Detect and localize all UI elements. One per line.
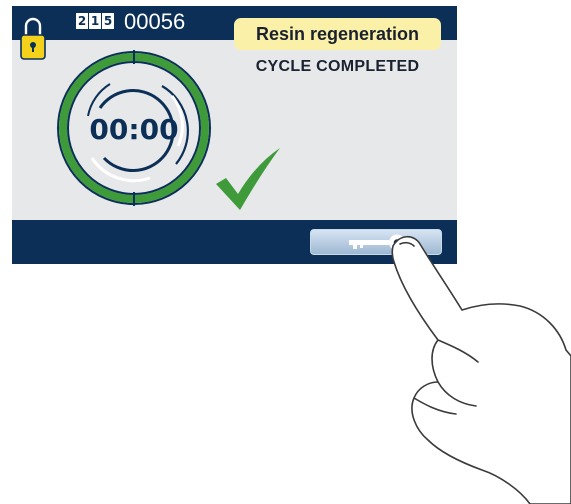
checkmark-icon bbox=[216, 148, 280, 210]
countdown-timer: 00:00 bbox=[89, 113, 179, 146]
cycle-counter: 00056 bbox=[124, 9, 186, 34]
cycle-digit: 5 bbox=[102, 13, 114, 29]
device-screen: 2 1 5 00056 Resin regeneration CYCLE COM… bbox=[12, 6, 457, 264]
program-name-badge: Resin regeneration bbox=[234, 18, 441, 50]
padlock-icon bbox=[20, 17, 46, 60]
cycle-number-indicator: 2 1 5 bbox=[76, 13, 114, 29]
cycle-status-text: CYCLE COMPLETED bbox=[255, 58, 420, 75]
key-icon bbox=[349, 234, 405, 251]
cycle-digit: 1 bbox=[89, 13, 101, 29]
cycle-digit: 2 bbox=[76, 13, 88, 29]
unlock-key-button[interactable] bbox=[310, 229, 442, 255]
